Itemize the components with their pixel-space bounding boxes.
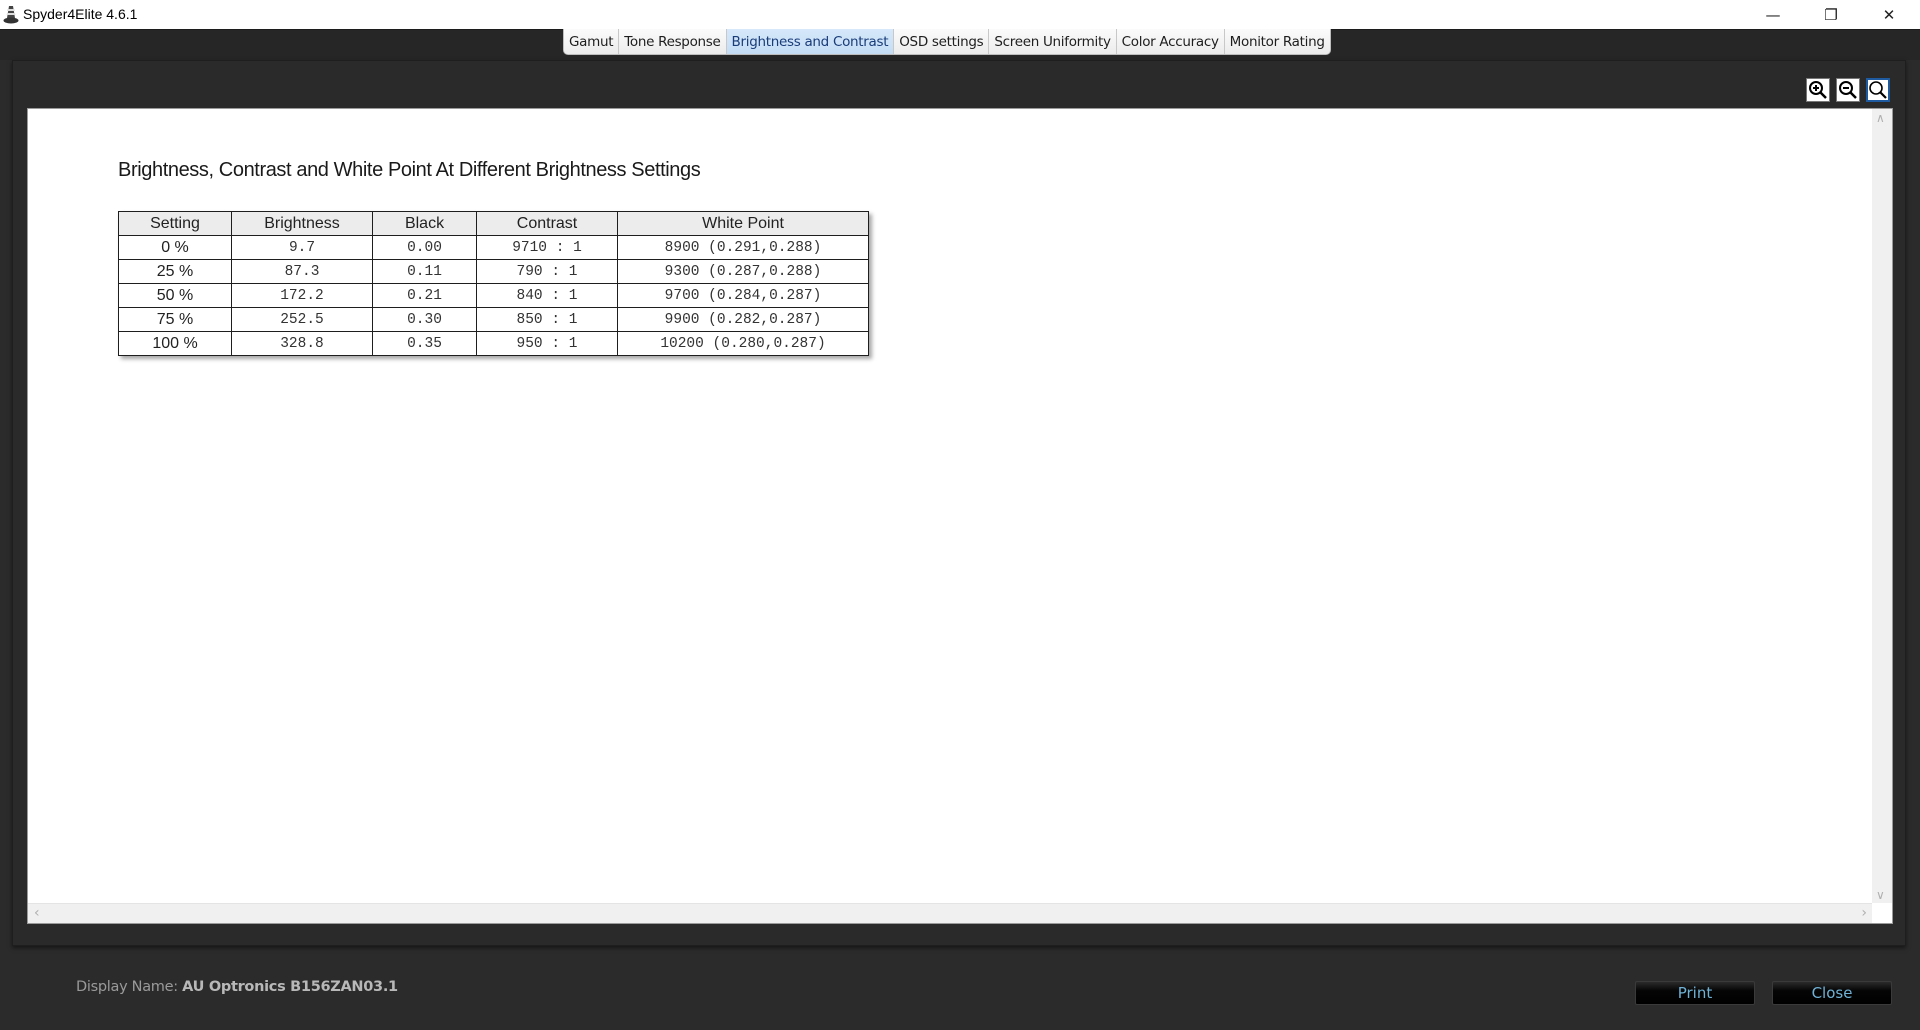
zoom-fit-button[interactable] <box>1866 78 1890 102</box>
tab-gamut[interactable]: Gamut <box>564 29 620 54</box>
window-title: Spyder4Elite 4.6.1 <box>23 6 138 22</box>
cell-contrast: 850 : 1 <box>476 307 618 332</box>
spyder-app-icon <box>3 6 19 24</box>
scroll-up-icon[interactable]: ∧ <box>1876 111 1885 125</box>
cell-brightness: 9.7 <box>231 235 373 260</box>
cell-contrast: 840 : 1 <box>476 283 618 308</box>
cell-contrast: 950 : 1 <box>476 331 618 356</box>
vertical-scrollbar[interactable]: ∧ ∨ <box>1872 109 1892 904</box>
minimize-button[interactable]: — <box>1750 0 1796 29</box>
cell-black: 0.11 <box>372 259 477 284</box>
scrollbar-corner <box>1872 903 1892 923</box>
cell-setting: 25 % <box>118 259 232 284</box>
close-window-button[interactable]: ✕ <box>1866 0 1912 29</box>
table-header-row: Setting Brightness Black Contrast White … <box>118 211 869 236</box>
cell-setting: 0 % <box>118 235 232 260</box>
scroll-right-icon[interactable]: › <box>1861 905 1867 921</box>
minimize-icon: — <box>1765 5 1781 24</box>
print-button[interactable]: Print <box>1635 981 1755 1005</box>
zoom-out-button[interactable] <box>1836 78 1860 102</box>
cell-brightness: 87.3 <box>231 259 373 284</box>
tab-brightness-and-contrast[interactable]: Brightness and Contrast <box>726 29 895 54</box>
cell-white-point: 10200 (0.280,0.287) <box>617 331 869 356</box>
tab-tone-response[interactable]: Tone Response <box>619 29 727 54</box>
brightness-contrast-table: Setting Brightness Black Contrast White … <box>118 211 869 356</box>
zoom-out-icon <box>1839 81 1857 99</box>
cell-brightness: 172.2 <box>231 283 373 308</box>
cell-setting: 50 % <box>118 283 232 308</box>
cell-black: 0.30 <box>372 307 477 332</box>
restore-icon: ❐ <box>1824 5 1838 24</box>
tab-osd-settings[interactable]: OSD settings <box>894 29 990 54</box>
column-header-setting: Setting <box>118 211 232 236</box>
display-name-label: Display Name: <box>76 979 183 995</box>
table-row: 25 % 87.3 0.11 790 : 1 9300 (0.287,0.288… <box>118 259 869 284</box>
column-header-black: Black <box>372 211 477 236</box>
display-name-value: AU Optronics B156ZAN03.1 <box>182 979 398 995</box>
cell-black: 0.21 <box>372 283 477 308</box>
column-header-white-point: White Point <box>617 211 869 236</box>
restore-button[interactable]: ❐ <box>1808 0 1854 29</box>
cell-black: 0.00 <box>372 235 477 260</box>
title-bar: Spyder4Elite 4.6.1 — ❐ ✕ <box>0 0 1920 29</box>
table-row: 100 % 328.8 0.35 950 : 1 10200 (0.280,0.… <box>118 331 869 356</box>
cell-contrast: 9710 : 1 <box>476 235 618 260</box>
cell-brightness: 328.8 <box>231 331 373 356</box>
report-view: Brightness, Contrast and White Point At … <box>27 108 1893 924</box>
cell-white-point: 9300 (0.287,0.288) <box>617 259 869 284</box>
zoom-in-icon <box>1809 81 1827 99</box>
cell-brightness: 252.5 <box>231 307 373 332</box>
cell-white-point: 9700 (0.284,0.287) <box>617 283 869 308</box>
horizontal-scrollbar[interactable]: ‹ › <box>28 903 1873 923</box>
cell-contrast: 790 : 1 <box>476 259 618 284</box>
scroll-left-icon[interactable]: ‹ <box>34 905 40 921</box>
cell-white-point: 9900 (0.282,0.287) <box>617 307 869 332</box>
tab-color-accuracy[interactable]: Color Accuracy <box>1116 29 1225 54</box>
cell-white-point: 8900 (0.291,0.288) <box>617 235 869 260</box>
close-icon: ✕ <box>1882 5 1896 24</box>
tab-screen-uniformity[interactable]: Screen Uniformity <box>989 29 1117 54</box>
zoom-fit-icon <box>1869 81 1887 99</box>
table-row: 50 % 172.2 0.21 840 : 1 9700 (0.284,0.28… <box>118 283 869 308</box>
zoom-in-button[interactable] <box>1806 78 1830 102</box>
table-row: 0 % 9.7 0.00 9710 : 1 8900 (0.291,0.288) <box>118 235 869 260</box>
column-header-contrast: Contrast <box>476 211 618 236</box>
tab-bar: Gamut Tone Response Brightness and Contr… <box>563 29 1331 55</box>
cell-setting: 100 % <box>118 331 232 356</box>
close-button[interactable]: Close <box>1772 981 1892 1005</box>
cell-setting: 75 % <box>118 307 232 332</box>
column-header-brightness: Brightness <box>231 211 373 236</box>
scroll-down-icon[interactable]: ∨ <box>1876 888 1885 902</box>
zoom-toolbar <box>1806 78 1890 102</box>
report-title: Brightness, Contrast and White Point At … <box>118 159 701 181</box>
display-name: Display Name: AU Optronics B156ZAN03.1 <box>76 979 398 995</box>
tab-monitor-rating[interactable]: Monitor Rating <box>1224 29 1330 54</box>
cell-black: 0.35 <box>372 331 477 356</box>
table-row: 75 % 252.5 0.30 850 : 1 9900 (0.282,0.28… <box>118 307 869 332</box>
